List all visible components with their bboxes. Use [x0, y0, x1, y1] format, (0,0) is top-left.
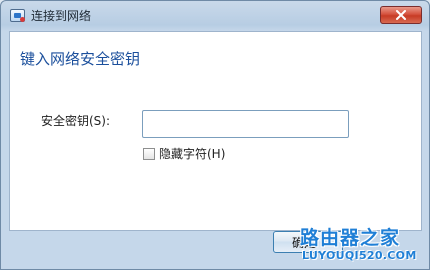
dialog-content: 键入网络安全密钥 安全密钥(S): 隐藏字符(H) — [9, 31, 422, 231]
watermark-logo: 路由器之家 LUYOUQI520.COM — [300, 225, 426, 265]
watermark-url: LUYOUQI520.COM — [302, 249, 417, 262]
hide-characters-option[interactable]: 隐藏字符(H) — [143, 147, 225, 161]
watermark-title: 路由器之家 — [300, 227, 401, 249]
security-key-input[interactable] — [142, 110, 349, 138]
title-bar[interactable]: 连接到网络 — [1, 1, 429, 31]
close-button[interactable] — [380, 6, 422, 24]
close-icon — [396, 10, 406, 20]
security-key-label: 安全密钥(S): — [41, 114, 111, 128]
network-icon — [10, 9, 25, 22]
hide-characters-checkbox[interactable] — [143, 148, 155, 160]
hide-characters-label: 隐藏字符(H) — [159, 147, 226, 161]
window-title: 连接到网络 — [31, 9, 92, 23]
page-heading: 键入网络安全密钥 — [20, 50, 141, 68]
